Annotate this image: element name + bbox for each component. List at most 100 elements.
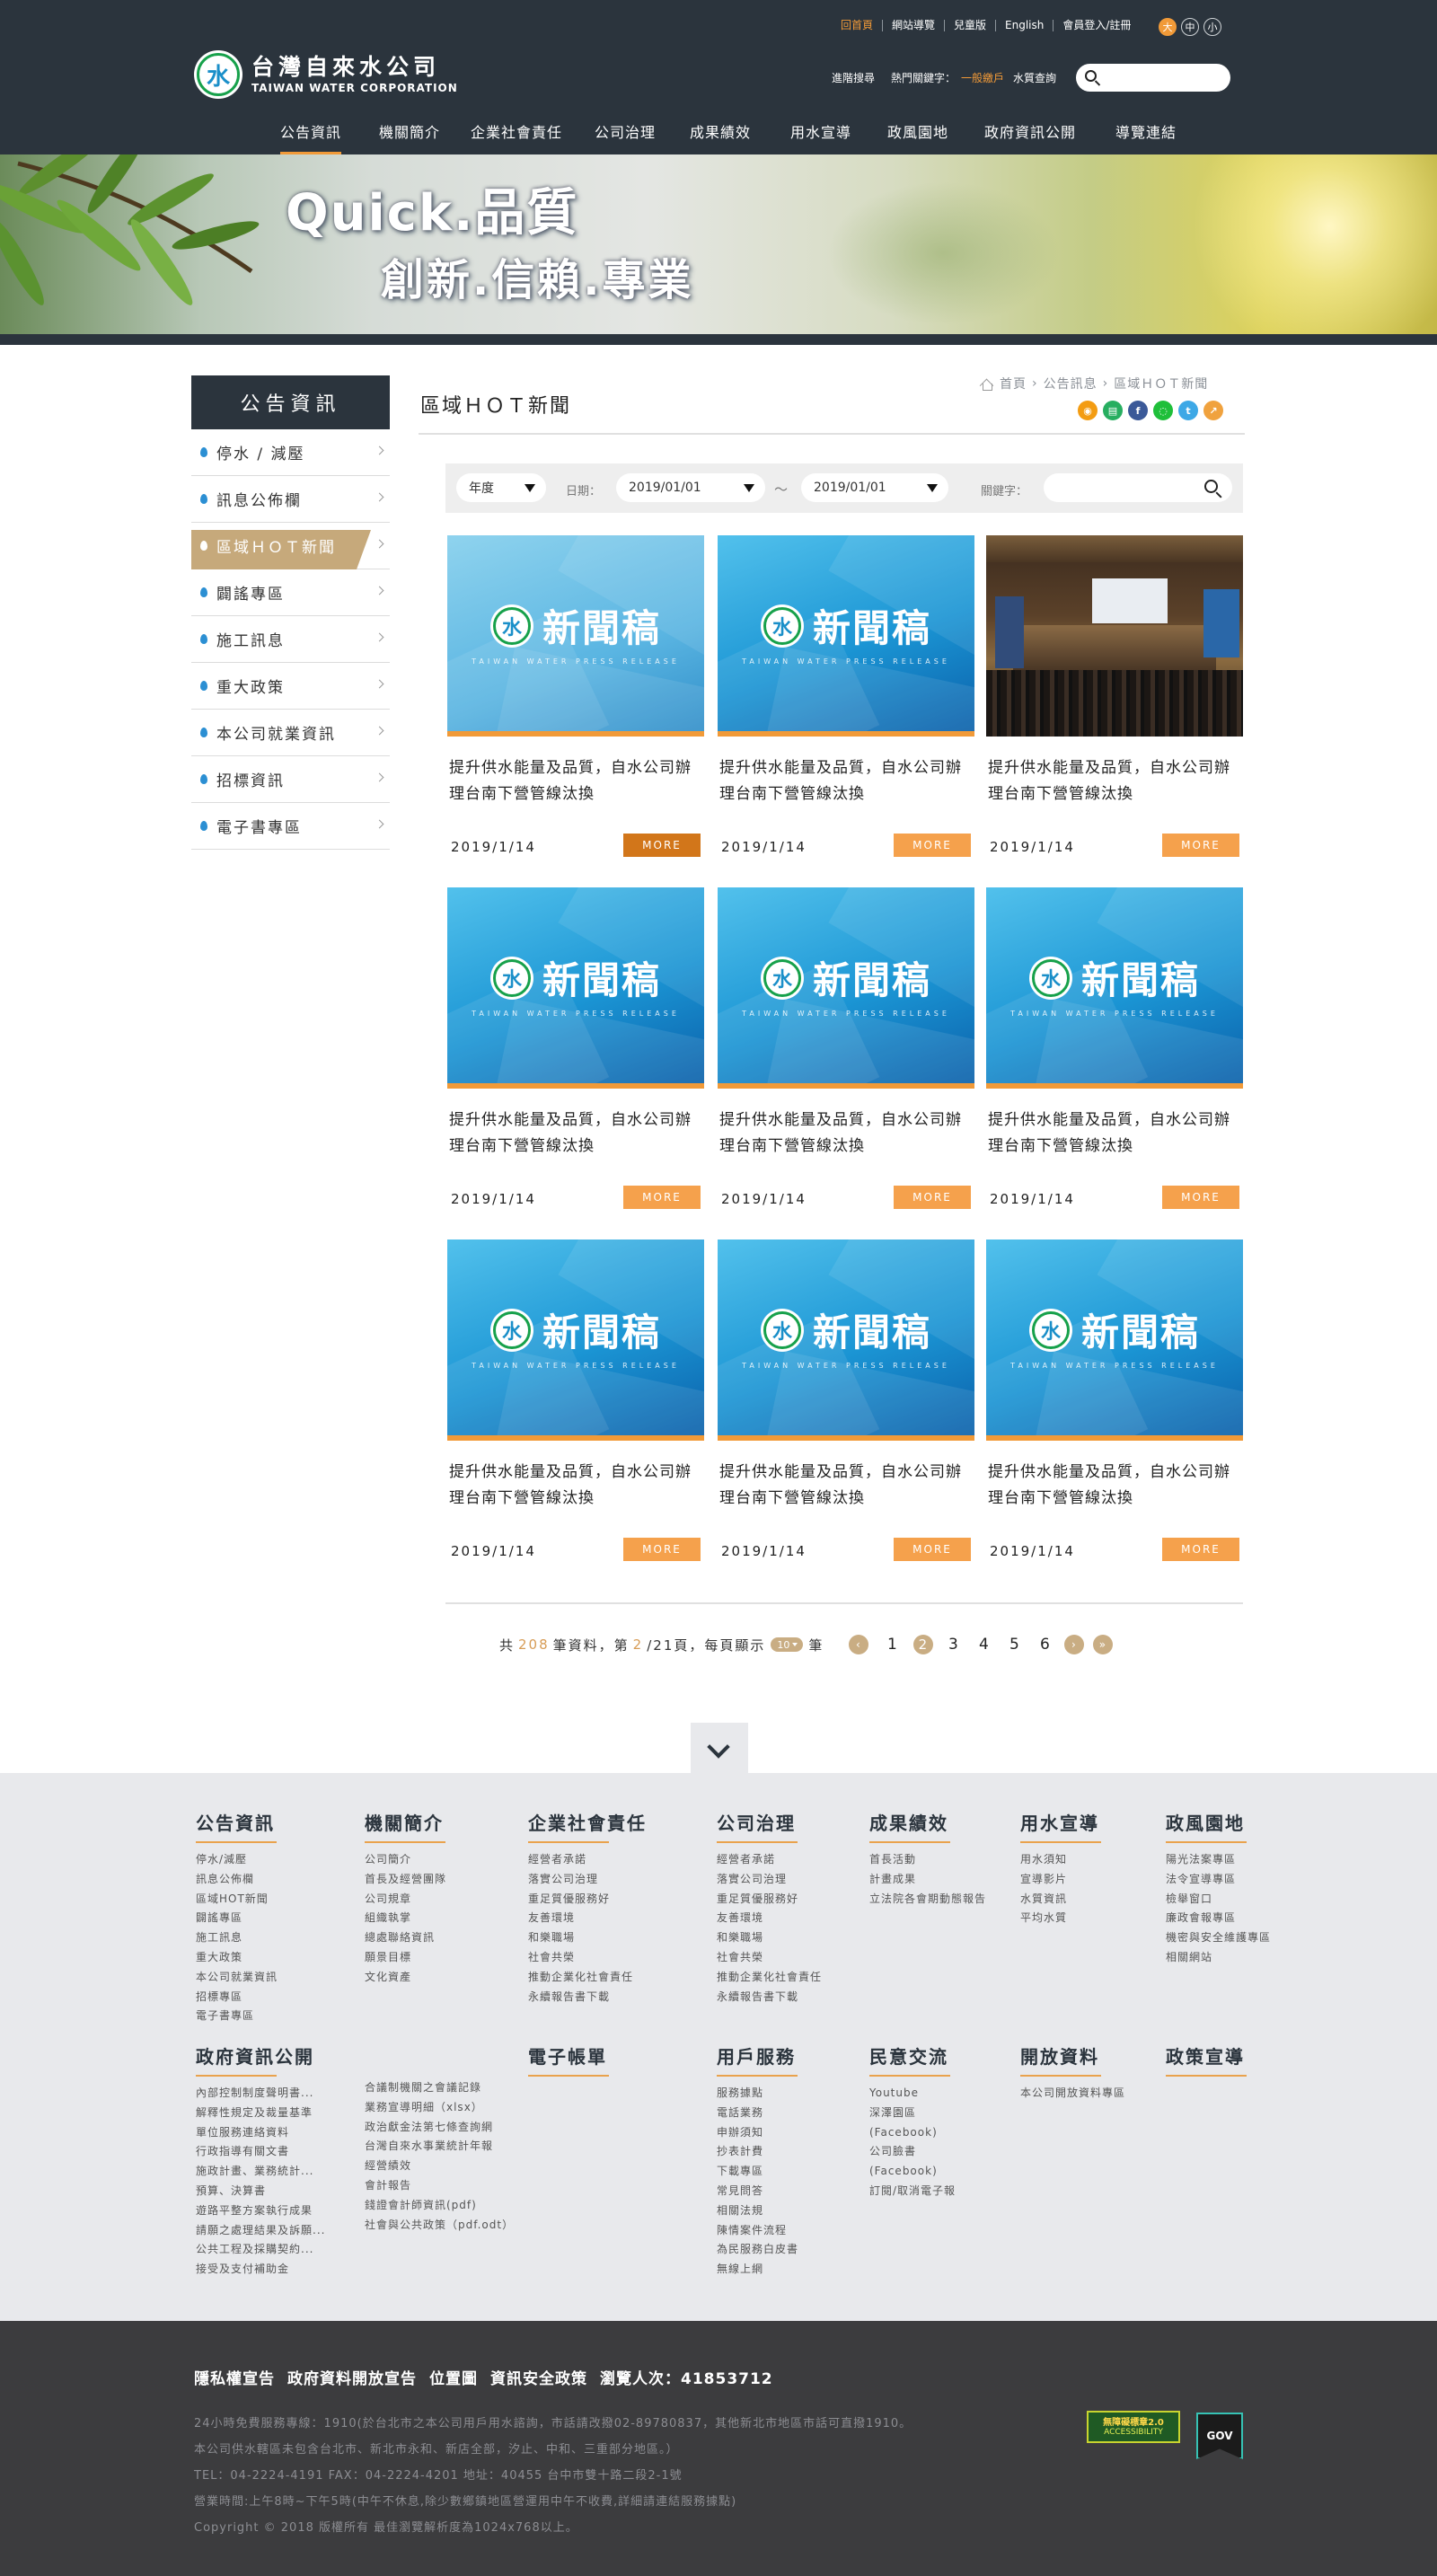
footer-link[interactable]: 公司臉書: [869, 2142, 956, 2162]
footer-link[interactable]: 落實公司治理: [528, 1870, 647, 1890]
rss-icon[interactable]: ◉: [1078, 401, 1098, 420]
footer-link[interactable]: 電話業務: [717, 2104, 798, 2123]
footer-link[interactable]: 首長活動: [869, 1850, 986, 1870]
page-number-button[interactable]: 4: [974, 1635, 994, 1654]
kids-link[interactable]: 兒童版: [945, 20, 997, 31]
footer-link[interactable]: 相關法規: [717, 2201, 798, 2221]
per-page-select[interactable]: 10: [771, 1637, 804, 1652]
news-thumbnail[interactable]: 水新聞稿 TAIWAN WATER PRESS RELEASE: [986, 887, 1243, 1089]
footer-link[interactable]: 合議制機關之會議記錄: [365, 2078, 514, 2098]
news-title[interactable]: 提升供水能量及品質，自水公司辦理台南下營管線汰換: [719, 1107, 974, 1160]
footer-link[interactable]: (Facebook): [869, 2123, 956, 2143]
footer-link[interactable]: 文化資產: [365, 1968, 446, 1988]
footer-link[interactable]: 陽光法案專區: [1166, 1850, 1271, 1870]
sidebar-item-rumor-clarify[interactable]: 闢謠專區: [191, 569, 390, 616]
footer-link[interactable]: 業務宣導明細（xlsx）: [365, 2098, 514, 2118]
last-page-icon[interactable]: »: [1093, 1635, 1114, 1654]
news-thumbnail[interactable]: 水新聞稿 TAIWAN WATER PRESS RELEASE: [447, 1239, 704, 1441]
footer-link[interactable]: 訊息公佈欄: [196, 1870, 278, 1890]
footer-link[interactable]: 社會共榮: [528, 1948, 647, 1968]
breadcrumb-section[interactable]: 公告訊息: [1044, 375, 1098, 393]
sitemap-link[interactable]: 網站導覽: [883, 20, 946, 31]
nav-item-water-promotion[interactable]: 用水宣導: [790, 120, 851, 142]
footer-link[interactable]: 友善環境: [528, 1909, 647, 1928]
news-card[interactable]: 提升供水能量及品質，自水公司辦理台南下營管線汰換 2019/1/14 MORE: [986, 535, 1243, 862]
footer-link[interactable]: 法令宣導專區: [1166, 1870, 1271, 1890]
footer-link[interactable]: 招標專區: [196, 1988, 278, 2007]
footer-link[interactable]: 友善環境: [717, 1909, 822, 1928]
footer-link[interactable]: 立法院各會期動態報告: [869, 1890, 986, 1910]
news-title[interactable]: 提升供水能量及品質，自水公司辦理台南下營管線汰換: [449, 1107, 704, 1160]
nav-item-guide-links[interactable]: 導覽連結: [1115, 120, 1177, 142]
nav-item-announcements[interactable]: 公告資訊: [280, 120, 341, 142]
news-thumbnail[interactable]: 水新聞稿 TAIWAN WATER PRESS RELEASE: [447, 887, 704, 1089]
footer-link[interactable]: 請願之處理結果及訴願...: [196, 2221, 325, 2241]
sidebar-item-bulletin[interactable]: 訊息公佈欄: [191, 476, 390, 523]
more-button[interactable]: MORE: [1162, 1186, 1239, 1209]
news-title[interactable]: 提升供水能量及品質，自水公司辦理台南下營管線汰換: [988, 1460, 1243, 1512]
gov-badge[interactable]: GOV: [1196, 2413, 1243, 2459]
news-card[interactable]: 水新聞稿 TAIWAN WATER PRESS RELEASE 提升供水能量及品質，…: [718, 535, 974, 862]
nav-item-performance[interactable]: 成果績效: [690, 120, 751, 142]
more-button[interactable]: MORE: [623, 1186, 701, 1209]
site-logo[interactable]: 水 台灣自來水公司 TAIWAN WATER CORPORATION: [194, 50, 458, 99]
footer-link[interactable]: 無線上網: [717, 2260, 798, 2280]
footer-link[interactable]: 區域HOT新聞: [196, 1890, 278, 1910]
sidebar-item-jobs[interactable]: 本公司就業資訊: [191, 710, 390, 756]
footer-link[interactable]: Youtube: [869, 2084, 956, 2104]
footer-link[interactable]: 本公司就業資訊: [196, 1968, 278, 1988]
news-card[interactable]: 水新聞稿 TAIWAN WATER PRESS RELEASE 提升供水能量及品質，…: [447, 887, 704, 1214]
footer-link[interactable]: 相關網站: [1166, 1948, 1271, 1968]
footer-link[interactable]: 陳情案件流程: [717, 2221, 798, 2241]
nav-item-csr[interactable]: 企業社會責任: [471, 120, 562, 142]
footer-link[interactable]: 推動企業化社會責任: [528, 1968, 647, 1988]
footer-link[interactable]: 停水/減壓: [196, 1850, 278, 1870]
footer-link[interactable]: 單位服務連絡資料: [196, 2123, 325, 2143]
footer-column-title[interactable]: 民意交流: [869, 2042, 956, 2077]
footer-link[interactable]: 行政指導有關文書: [196, 2142, 325, 2162]
sidebar-item-water-outage[interactable]: 停水 / 減壓: [191, 429, 390, 476]
more-button[interactable]: MORE: [894, 834, 971, 857]
footer-link[interactable]: 計畫成果: [869, 1870, 986, 1890]
footer-link[interactable]: 經營者承諾: [717, 1850, 822, 1870]
footer-link[interactable]: 電子書專區: [196, 2007, 278, 2026]
footer-link[interactable]: 為民服務白皮書: [717, 2240, 798, 2260]
twitter-icon[interactable]: t: [1178, 401, 1198, 420]
footer-column-title[interactable]: 用戶服務: [717, 2042, 798, 2077]
footer-link[interactable]: 平均水質: [1020, 1909, 1099, 1928]
footer-column-title[interactable]: 政府資訊公開: [196, 2042, 325, 2077]
footer-link[interactable]: 水質資訊: [1020, 1890, 1099, 1910]
footer-link[interactable]: 下載專區: [717, 2162, 798, 2182]
news-card[interactable]: 水新聞稿 TAIWAN WATER PRESS RELEASE 提升供水能量及品質，…: [986, 1239, 1243, 1566]
footer-link[interactable]: (Facebook): [869, 2162, 956, 2182]
footer-link[interactable]: 台灣自來水事業統計年報: [365, 2137, 514, 2157]
sidebar-item-ebooks[interactable]: 電子書專區: [191, 803, 390, 850]
share-icon[interactable]: ↗: [1203, 401, 1223, 420]
home-link[interactable]: 回首頁: [832, 20, 884, 31]
footer-link[interactable]: 願景目標: [365, 1948, 446, 1968]
footer-link[interactable]: 社會共榮: [717, 1948, 822, 1968]
facebook-icon[interactable]: f: [1128, 401, 1148, 420]
news-title[interactable]: 提升供水能量及品質，自水公司辦理台南下營管線汰換: [449, 1460, 704, 1512]
sidebar-item-regional-hot-news[interactable]: 區域ＨＯＴ新聞: [191, 523, 390, 569]
news-title[interactable]: 提升供水能量及品質，自水公司辦理台南下營管線汰換: [719, 1460, 974, 1512]
keyword-search-input[interactable]: [1044, 473, 1232, 502]
footer-column-title[interactable]: 公司治理: [717, 1809, 822, 1843]
page-number-button[interactable]: 5: [1005, 1635, 1025, 1654]
footer-link[interactable]: 和樂職場: [528, 1928, 647, 1948]
footer-link[interactable]: 經營者承諾: [528, 1850, 647, 1870]
footer-link[interactable]: 推動企業化社會責任: [717, 1968, 822, 1988]
footer-column-title[interactable]: 用水宣導: [1020, 1809, 1101, 1843]
footer-link[interactable]: 組織執掌: [365, 1909, 446, 1928]
page-number-button[interactable]: 6: [1036, 1635, 1055, 1654]
hot-keyword-link[interactable]: 一般繳戶: [961, 70, 1004, 85]
footer-link[interactable]: 本公司開放資料專區: [1020, 2084, 1125, 2104]
next-page-icon[interactable]: ›: [1064, 1635, 1085, 1654]
font-small-button[interactable]: 小: [1203, 18, 1221, 36]
footer-link[interactable]: 服務據點: [717, 2084, 798, 2104]
footer-column-title[interactable]: 機關簡介: [365, 1809, 446, 1843]
breadcrumb-home[interactable]: 首頁: [1000, 375, 1027, 393]
footer-link[interactable]: 永續報告書下載: [528, 1988, 647, 2007]
footer-link[interactable]: 預算、決算書: [196, 2182, 325, 2201]
footer-link[interactable]: 公司規章: [365, 1890, 446, 1910]
